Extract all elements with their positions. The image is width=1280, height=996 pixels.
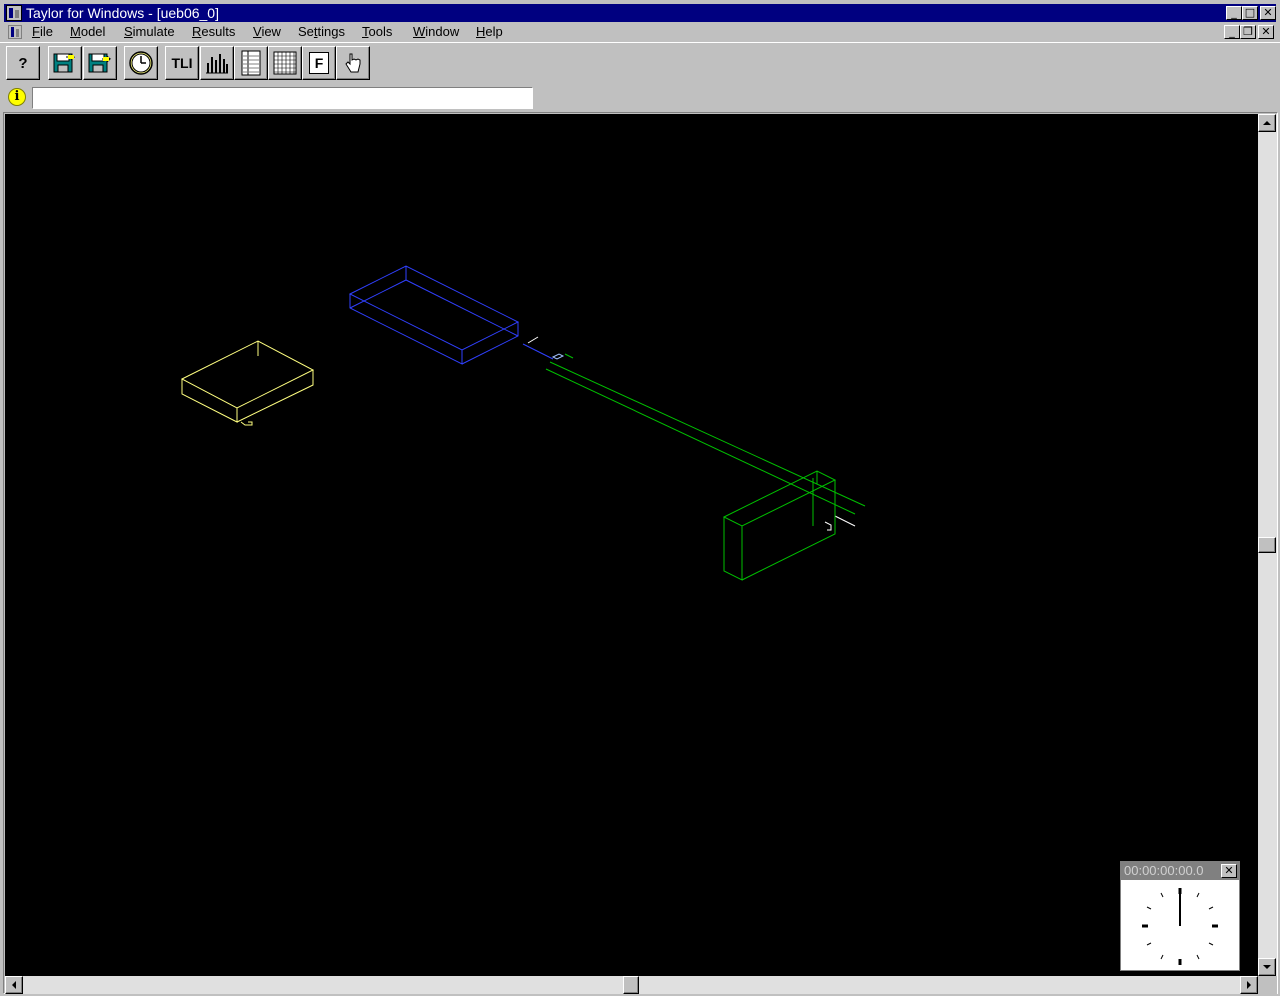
scroll-left-button[interactable] — [5, 976, 23, 994]
close-icon: ✕ — [1224, 865, 1234, 877]
title-bar-active[interactable]: Taylor for Windows - [ueb06_0] _ □ ✕ — [4, 4, 1276, 22]
menu-file[interactable]: File — [32, 24, 53, 40]
menu-bar: File Model Simulate Results View Setting… — [0, 22, 1280, 42]
menu-settings-pre: Se — [298, 24, 314, 39]
menu-simulate[interactable]: Simulate — [124, 24, 175, 40]
child-close-button[interactable]: ✕ — [1258, 25, 1274, 39]
analog-clock-icon — [1142, 888, 1218, 965]
blue-box[interactable] — [348, 265, 554, 365]
horizontal-scrollbar[interactable] — [5, 976, 1258, 994]
menu-settings[interactable]: Settings — [298, 24, 345, 40]
minimize-icon: _ — [1231, 6, 1237, 19]
close-button[interactable]: ✕ — [1260, 6, 1276, 20]
clock-button[interactable] — [124, 46, 158, 80]
pointer-button[interactable] — [336, 46, 370, 80]
arrow-left-icon — [12, 981, 16, 989]
report-button[interactable] — [234, 46, 268, 80]
menu-model-accel: M — [70, 24, 81, 39]
info-bar: i — [0, 84, 1280, 112]
arrow-down-icon — [1263, 965, 1271, 969]
menu-simulate-rest: imulate — [132, 24, 175, 39]
scrollbar-corner — [1258, 976, 1277, 994]
menu-simulate-accel: S — [124, 24, 133, 39]
close-icon: ✕ — [1263, 6, 1273, 19]
vertical-scrollbar[interactable] — [1258, 114, 1277, 976]
menu-file-accel: F — [32, 24, 40, 39]
child-restore-icon: ❐ — [1243, 25, 1253, 38]
maximize-button[interactable]: □ — [1242, 6, 1258, 20]
child-minimize-icon: _ — [1229, 25, 1235, 38]
menu-results[interactable]: Results — [192, 24, 235, 40]
menu-results-accel: R — [192, 24, 202, 39]
scroll-up-button[interactable] — [1258, 114, 1276, 132]
menu-view[interactable]: View — [253, 24, 281, 40]
tli-button[interactable]: TLI — [165, 46, 199, 80]
app-icon[interactable] — [6, 5, 22, 21]
model-3d-view[interactable] — [5, 114, 1258, 976]
clock-icon — [129, 51, 153, 75]
arrow-right-icon — [1247, 981, 1251, 989]
clock-close-button[interactable]: ✕ — [1221, 864, 1237, 878]
menu-settings-rest: tings — [317, 24, 345, 39]
toolbar: ? TLI F — [0, 42, 1280, 82]
yellow-box[interactable] — [180, 340, 315, 426]
child-minimize-button[interactable]: _ — [1224, 25, 1240, 39]
document-icon[interactable] — [8, 25, 22, 39]
table-button[interactable] — [268, 46, 302, 80]
child-close-icon: ✕ — [1261, 25, 1271, 38]
maximize-icon: □ — [1244, 6, 1256, 19]
menu-window[interactable]: Window — [413, 24, 459, 40]
hand-pointer-icon — [345, 53, 361, 73]
scroll-down-button[interactable] — [1258, 958, 1276, 976]
report-list-icon — [241, 50, 261, 76]
menu-model-rest: odel — [80, 24, 106, 39]
menu-window-rest: indow — [425, 24, 460, 39]
menu-results-rest: esults — [201, 24, 236, 39]
bar-chart-icon — [206, 54, 228, 74]
menu-view-rest: iew — [261, 24, 281, 39]
minimize-button[interactable]: _ — [1226, 6, 1242, 20]
menu-tools[interactable]: Tools — [362, 24, 392, 40]
chart-button[interactable] — [200, 46, 234, 80]
open-button[interactable] — [48, 46, 82, 80]
help-button[interactable]: ? — [6, 46, 40, 80]
window-title: Taylor for Windows - [ueb06_0] — [26, 5, 219, 21]
f-button[interactable]: F — [302, 46, 336, 80]
simulation-clock-window[interactable]: 00:00:00:00.0 ✕ — [1120, 861, 1240, 971]
menu-window-accel: W — [413, 24, 426, 39]
green-box[interactable] — [722, 470, 837, 581]
menu-help[interactable]: Help — [476, 24, 503, 40]
help-icon: ? — [18, 54, 28, 72]
info-icon: i — [8, 88, 26, 106]
menu-tools-rest: ools — [368, 24, 393, 39]
menu-help-rest: elp — [485, 24, 503, 39]
child-restore-button[interactable]: ❐ — [1240, 25, 1256, 39]
table-grid-icon — [273, 51, 297, 75]
save-button[interactable] — [83, 46, 117, 80]
menu-help-accel: H — [476, 24, 486, 39]
scroll-right-button[interactable] — [1240, 976, 1258, 994]
title-bar: Taylor for Windows - [ueb06_0] _ □ ✕ — [0, 0, 1280, 24]
green-conveyor[interactable] — [545, 353, 866, 527]
info-message-field — [32, 87, 533, 109]
save-file-icon — [88, 53, 112, 73]
menu-file-rest: ile — [39, 24, 53, 39]
vertical-scroll-thumb[interactable] — [1258, 537, 1276, 553]
f-box-icon: F — [309, 52, 329, 74]
open-file-icon — [53, 53, 76, 73]
horizontal-scroll-thumb[interactable] — [623, 976, 639, 994]
arrow-up-icon — [1263, 121, 1271, 125]
tli-icon: TLI — [171, 55, 193, 71]
menu-model[interactable]: Model — [70, 24, 105, 40]
